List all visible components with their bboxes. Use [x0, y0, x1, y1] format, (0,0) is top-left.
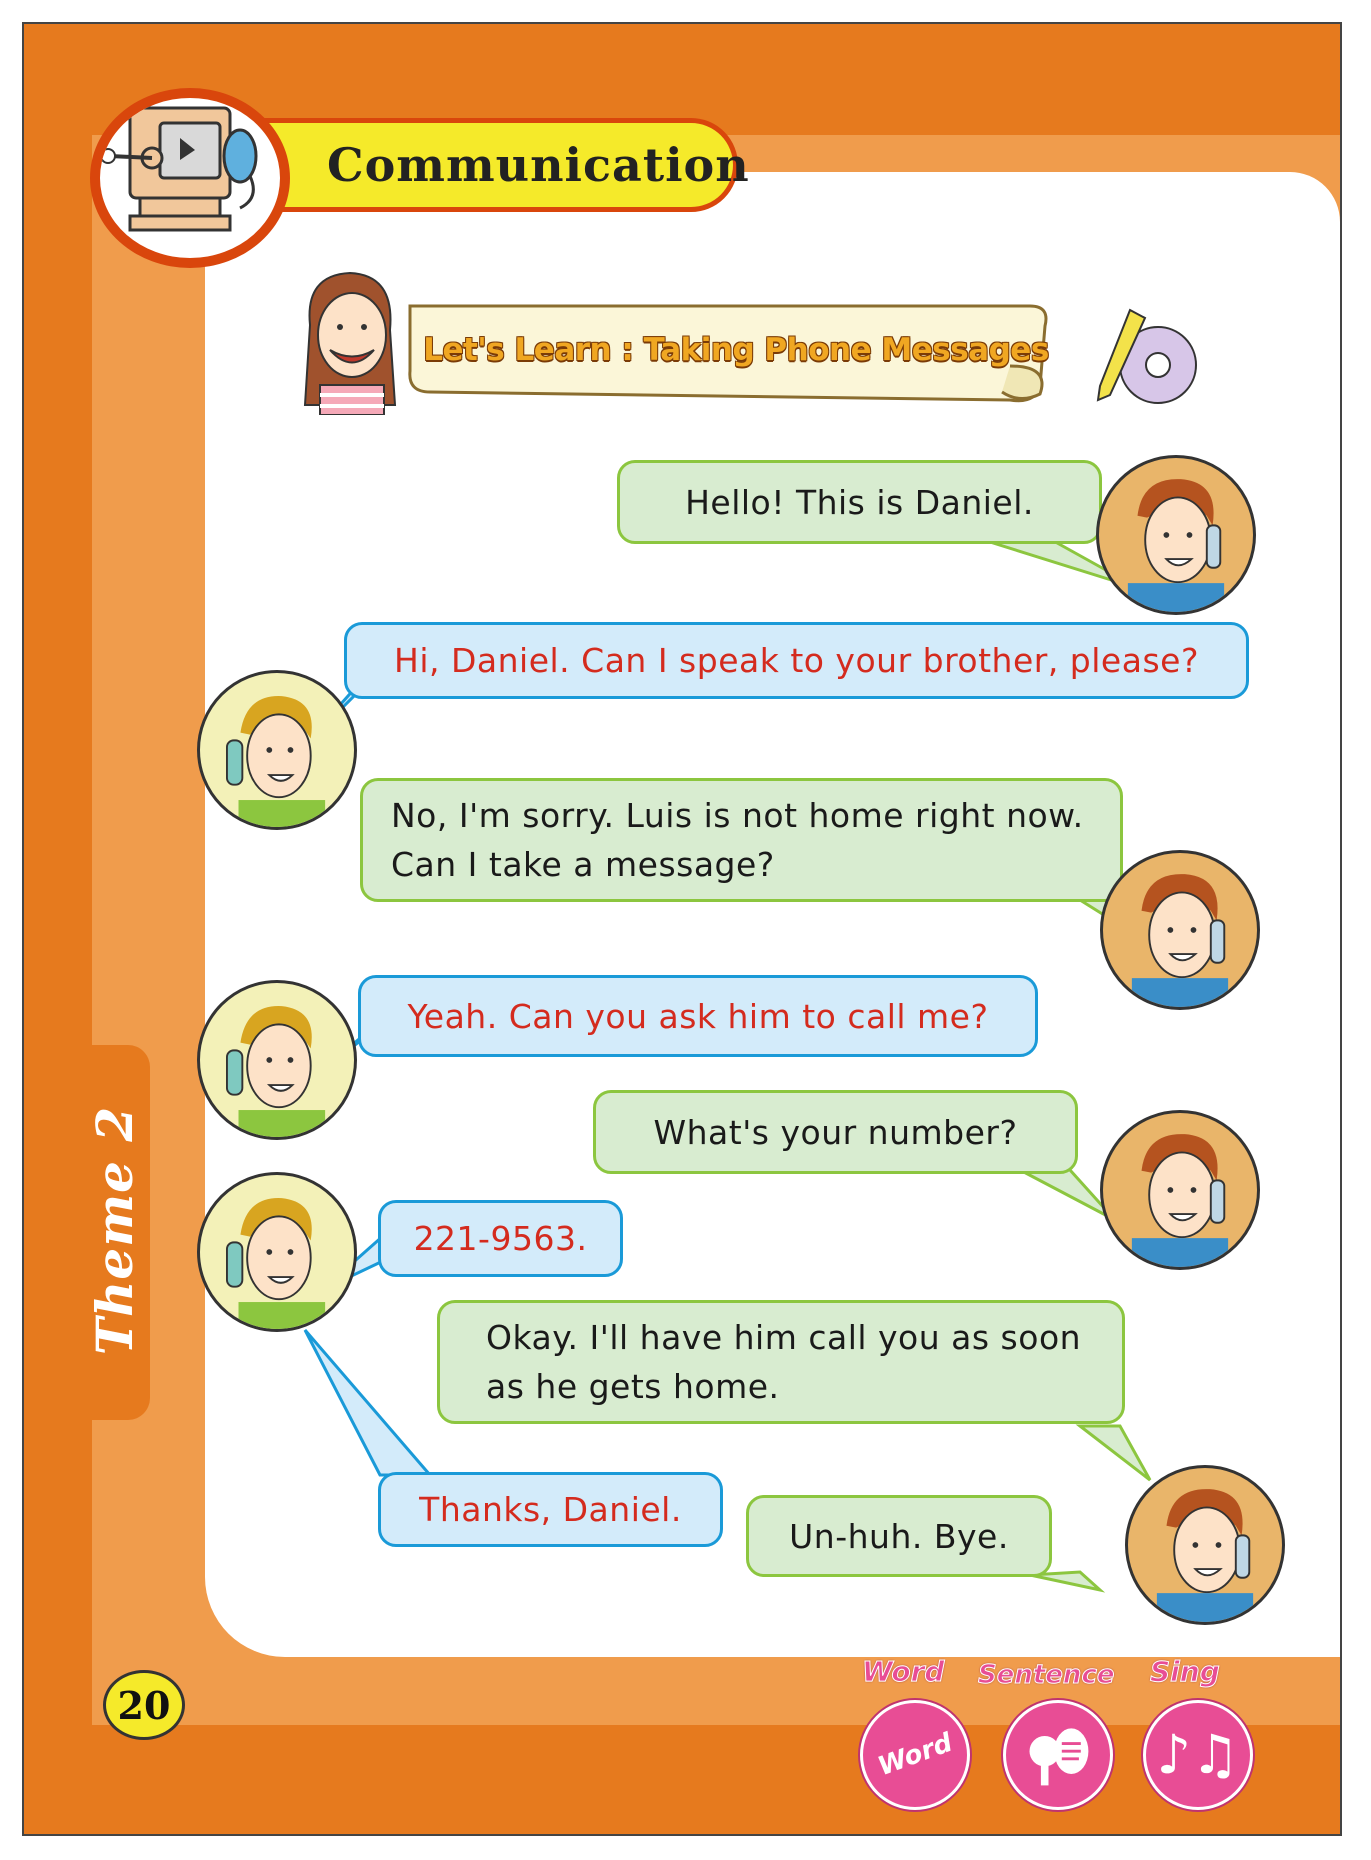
lesson-banner-title: Let's Learn : Taking Phone Messages	[423, 332, 1049, 368]
sentence-label: Sentence	[978, 1660, 1115, 1691]
page-number: 20	[103, 1670, 185, 1740]
daniel-avatar	[1125, 1465, 1285, 1625]
pen-cd-icon[interactable]	[1090, 300, 1200, 410]
dialogue-line-9: Un-huh. Bye.	[746, 1495, 1052, 1577]
daniel-avatar	[1100, 850, 1260, 1010]
daniel-avatar	[1096, 455, 1256, 615]
word-button[interactable]: Word	[860, 1700, 970, 1810]
word-icon: Word	[873, 1727, 957, 1783]
theme-label: Theme 2	[85, 1105, 145, 1355]
dialogue-line-4: Yeah. Can you ask him to call me?	[358, 975, 1038, 1057]
section-title: Communication	[250, 118, 749, 212]
dialogue-line-1: Hello! This is Daniel.	[617, 460, 1102, 544]
dialogue-line-3: No, I'm sorry. Luis is not home right no…	[360, 778, 1123, 902]
sentence-icon	[1029, 1728, 1089, 1786]
dialogue-line-2: Hi, Daniel. Can I speak to your brother,…	[344, 622, 1249, 699]
dialogue-line-5: What's your number?	[593, 1090, 1078, 1174]
caller-avatar	[197, 1172, 357, 1332]
sing-button[interactable]: ♪♫	[1143, 1700, 1253, 1810]
music-notes-icon: ♪♫	[1156, 1723, 1240, 1786]
textbook-page: Theme 2 Communication Let's Learn : Taki…	[0, 0, 1371, 1860]
computer-phone-icon	[90, 88, 290, 268]
caller-avatar	[197, 670, 357, 830]
dialogue-line-8: Thanks, Daniel.	[378, 1472, 723, 1547]
dialogue-line-7: Okay. I'll have him call you as soon as …	[437, 1300, 1125, 1424]
sentence-button[interactable]	[1003, 1700, 1113, 1810]
caller-avatar	[197, 980, 357, 1140]
word-label: Word	[861, 1655, 945, 1689]
sing-label: Sing	[1150, 1655, 1221, 1689]
dialogue-line-6: 221-9563.	[378, 1200, 623, 1277]
daniel-avatar	[1100, 1110, 1260, 1270]
